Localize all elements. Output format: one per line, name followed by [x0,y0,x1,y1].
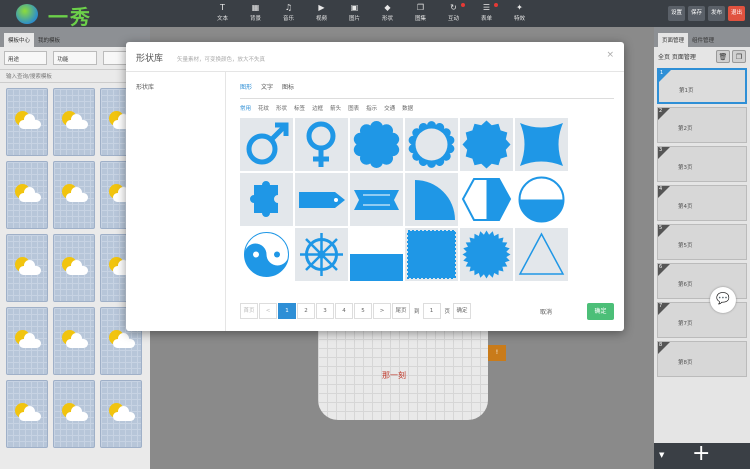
dialog-header: 形状库 矢量素材，可变换颜色，放大不失真 × [126,42,624,72]
half-circle-icon [518,176,565,223]
tab-shape-type[interactable]: 图形 [240,82,252,91]
shape-category-tabs: 常用 花纹 形状 标签 边框 箭头 图表 指示 交通 数据 [240,104,413,112]
page-4-button[interactable]: 4 [335,303,353,319]
scalloped-ring-icon [408,121,455,168]
rectangle-banner-icon [350,228,403,281]
shape-grid [240,118,568,281]
wavy-square-icon [520,123,563,166]
dialog-sidebar: 形状库 [126,72,226,331]
goto-confirm-button[interactable]: 确定 [453,303,472,319]
prev-page-button[interactable]: < [259,303,277,319]
tab-shape-category[interactable]: 箭头 [330,104,341,112]
tag-shape-icon [299,192,345,208]
starburst-circle-icon [462,230,511,279]
tab-shape-category[interactable]: 数据 [402,104,413,112]
page-unit-label: 页 [444,309,451,315]
yin-yang-icon [244,232,289,277]
shape-ribbon-banner[interactable] [350,173,403,226]
shape-stamp-square[interactable] [405,228,458,281]
puzzle-piece-icon [250,181,278,217]
next-page-button[interactable]: > [373,303,391,319]
badge-seal-icon [462,120,511,169]
shape-badge-seal[interactable] [460,118,513,171]
tab-shape-category[interactable]: 花纹 [258,104,269,112]
confirm-button[interactable]: 确定 [587,303,614,320]
scalloped-circle-icon [353,120,400,169]
app: 一秀 T 文本 ▦ 背景 ♫ 音乐 ▶ 视频 ▣ 图片 ◆ 形状 ❐ 图集 ↻ 互动 ☰ 表单 ✦ 特效 设置 保存 … [0,0,750,469]
shape-yin-yang[interactable] [240,228,293,281]
tab-shape-type[interactable]: 文字 [261,82,273,91]
last-page-button[interactable]: 尾页 [392,303,410,319]
quarter-circle-icon [415,180,455,220]
sidebar-item-shape-library[interactable]: 形状库 [126,72,225,101]
ribbon-banner-icon [354,190,399,210]
tab-shape-category[interactable]: 指示 [366,104,377,112]
shape-tag-shape[interactable] [295,173,348,226]
tab-shape-category[interactable]: 标签 [294,104,305,112]
tabs-divider [240,98,614,99]
page-2-button[interactable]: 2 [297,303,315,319]
tab-shape-category[interactable]: 边框 [312,104,323,112]
dialog-hint: 矢量素材，可变换颜色，放大不失真 [177,57,266,63]
shape-female-symbol[interactable] [295,118,348,171]
goto-page-input[interactable]: 1 [422,303,441,319]
page-5-button[interactable]: 5 [354,303,372,319]
page-1-button[interactable]: 1 [278,303,296,319]
ship-wheel-icon [300,233,343,276]
close-icon[interactable]: × [606,50,614,60]
shape-type-tabs: 图形 文字 图标 [240,82,294,91]
cancel-button[interactable]: 取消 [540,307,552,316]
shape-scalloped-circle[interactable] [350,118,403,171]
male-symbol-icon [246,122,289,165]
outline-triangle-icon [518,232,565,275]
page-3-button[interactable]: 3 [316,303,334,319]
hexagon-half-icon [461,178,512,221]
pagination: 首页 <1 2 3 4 5 > 尾页到 1 页确定 [240,303,472,319]
shape-wavy-square[interactable] [515,118,568,171]
shape-library-dialog: 形状库 矢量素材，可变换颜色，放大不失真 × 形状库 图形 文字 图标 常用 花纹 形状… [126,42,624,331]
first-page-button[interactable]: 首页 [240,303,258,319]
shape-half-circle[interactable] [515,173,568,226]
tab-shape-category[interactable]: 形状 [276,104,287,112]
shape-puzzle-piece[interactable] [240,173,293,226]
shape-outline-triangle[interactable] [515,228,568,281]
shape-ship-wheel[interactable] [295,228,348,281]
shape-hexagon-half[interactable] [460,173,513,226]
dialog-title: 形状库 [136,54,164,64]
shape-scalloped-ring[interactable] [405,118,458,171]
shape-rectangle-banner[interactable] [350,228,403,281]
shape-starburst-circle[interactable] [460,228,513,281]
tab-shape-category[interactable]: 交通 [384,104,395,112]
goto-label: 到 [414,309,420,315]
tab-shape-category[interactable]: 图表 [348,104,359,112]
female-symbol-icon [306,121,336,167]
shape-male-symbol[interactable] [240,118,293,171]
shape-quarter-circle[interactable] [405,173,458,226]
tab-shape-type[interactable]: 图标 [282,82,294,91]
stamp-square-icon [407,230,456,279]
tab-shape-category[interactable]: 常用 [240,104,251,112]
